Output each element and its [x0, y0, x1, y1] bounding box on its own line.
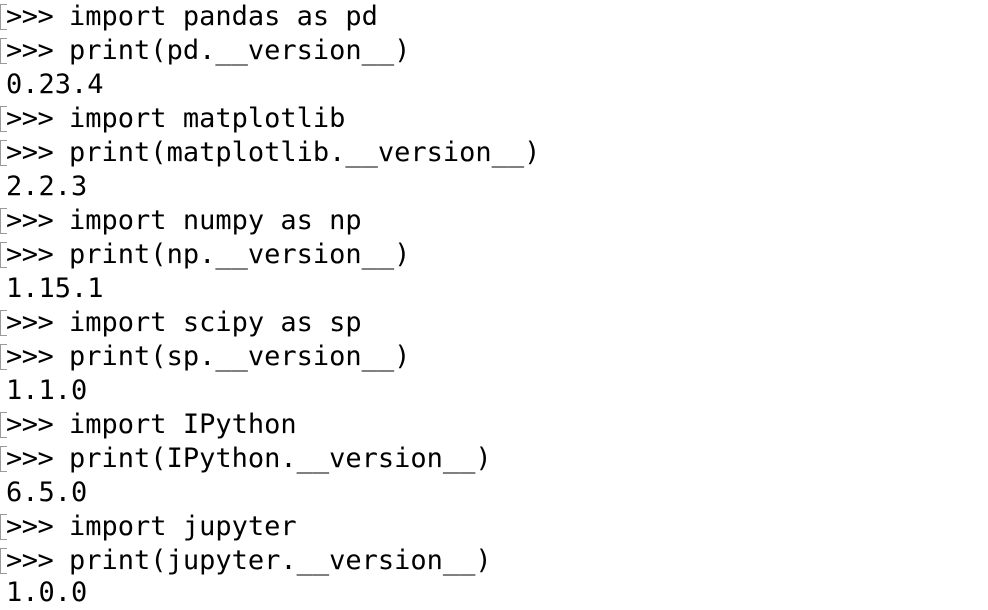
- prompt: >>>: [6, 103, 70, 134]
- prompt: >>>: [6, 137, 70, 168]
- terminal-output-line: 0.23.4: [6, 69, 104, 100]
- prompt: >>>: [6, 35, 70, 66]
- command-text: import jupyter: [69, 511, 297, 542]
- terminal-input-line: >>> import pandas as pd: [0, 0, 378, 34]
- line-marker-icon: [0, 105, 7, 132]
- command-text: print(np.__version__): [69, 239, 411, 270]
- prompt: >>>: [6, 409, 70, 440]
- line-marker-icon: [0, 3, 7, 30]
- command-text: import numpy as np: [69, 205, 362, 236]
- command-text: import scipy as sp: [69, 307, 362, 338]
- command-text: print(sp.__version__): [69, 341, 411, 372]
- terminal-input-line: >>> print(sp.__version__): [0, 340, 410, 374]
- line-marker-icon: [0, 445, 7, 472]
- command-text: import matplotlib: [69, 103, 346, 134]
- line-marker-icon: [0, 37, 7, 64]
- terminal-output-line: 1.0.0: [6, 577, 88, 608]
- command-text: print(pd.__version__): [69, 35, 411, 66]
- line-marker-icon: [0, 309, 7, 336]
- line-marker-icon: [0, 411, 7, 438]
- line-marker-icon: [0, 547, 7, 574]
- command-text: import IPython: [69, 409, 297, 440]
- terminal-input-line: >>> print(np.__version__): [0, 238, 410, 272]
- command-text: import pandas as pd: [69, 1, 378, 32]
- prompt: >>>: [6, 1, 70, 32]
- terminal-output-line: 6.5.0: [6, 477, 88, 508]
- prompt: >>>: [6, 545, 70, 576]
- line-marker-icon: [0, 207, 7, 234]
- terminal-output-line: 1.1.0: [6, 375, 88, 406]
- line-marker-icon: [0, 139, 7, 166]
- terminal-input-line: >>> print(matplotlib.__version__): [0, 136, 540, 170]
- command-text: print(matplotlib.__version__): [69, 137, 541, 168]
- prompt: >>>: [6, 205, 70, 236]
- terminal-input-line: >>> import scipy as sp: [0, 306, 362, 340]
- terminal-output-line: 1.15.1: [6, 273, 104, 304]
- terminal-output[interactable]: >>> import pandas as pd >>> print(pd.__v…: [0, 0, 988, 610]
- prompt: >>>: [6, 443, 70, 474]
- prompt: >>>: [6, 341, 70, 372]
- prompt: >>>: [6, 511, 70, 542]
- terminal-input-line: >>> import numpy as np: [0, 204, 362, 238]
- command-text: print(IPython.__version__): [69, 443, 492, 474]
- terminal-input-line: >>> import matplotlib: [0, 102, 345, 136]
- terminal-input-line: >>> print(pd.__version__): [0, 34, 410, 68]
- terminal-input-line: >>> print(IPython.__version__): [0, 442, 492, 476]
- terminal-input-line: >>> print(jupyter.__version__): [0, 544, 492, 578]
- terminal-output-line: 2.2.3: [6, 171, 88, 202]
- prompt: >>>: [6, 239, 70, 270]
- line-marker-icon: [0, 241, 7, 268]
- line-marker-icon: [0, 343, 7, 370]
- line-marker-icon: [0, 513, 7, 540]
- prompt: >>>: [6, 307, 70, 338]
- terminal-input-line: >>> import jupyter: [0, 510, 297, 544]
- terminal-input-line: >>> import IPython: [0, 408, 297, 442]
- command-text: print(jupyter.__version__): [69, 545, 492, 576]
